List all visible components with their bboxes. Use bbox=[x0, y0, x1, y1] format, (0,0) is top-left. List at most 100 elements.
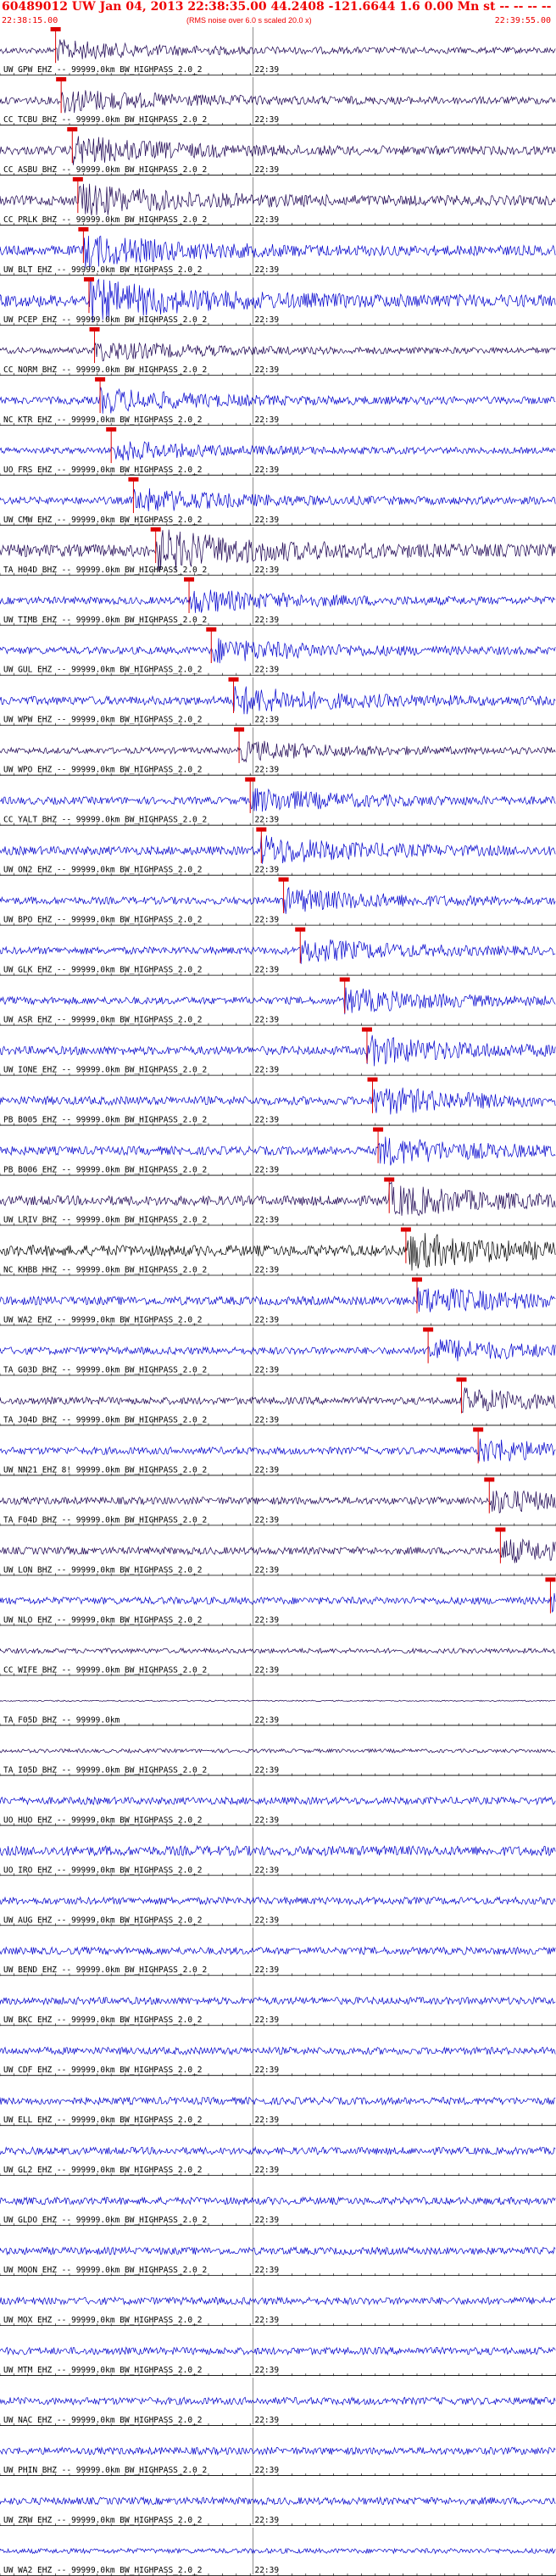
time-mark-label: 22:39 bbox=[254, 1765, 279, 1775]
trace-row: CC PRLK BHZ -- 99999.0km BW_HIGHPASS_2.0… bbox=[0, 176, 556, 226]
trace-row: UW WPW EHZ -- 99999.0km BW_HIGHPASS_2.0_… bbox=[0, 677, 556, 726]
waveform bbox=[0, 1136, 556, 1166]
trace-row: CC YALT BHZ -- 99999.0km BW_HIGHPASS_2.0… bbox=[0, 777, 556, 826]
time-mark-label: 22:39 bbox=[254, 1415, 279, 1425]
trace-row: UW NLO EHZ -- 99999.0km BW_HIGHPASS_2.0_… bbox=[0, 1577, 556, 1626]
trace-row: UW MOON EHZ -- 99999.0km BW_HIGHPASS_2.0… bbox=[0, 2228, 556, 2277]
station-label: CC NORM BHZ -- 99999.0km BW_HIGHPASS_2.0… bbox=[3, 365, 207, 375]
trace-row: UW BKC EHZ -- 99999.0km BW_HIGHPASS_2.0_… bbox=[0, 1977, 556, 2027]
rms-note: (RMS noise over 6.0 s scaled 20.0 x) bbox=[186, 16, 312, 25]
time-mark-label: 22:39 bbox=[254, 2016, 279, 2025]
waveform bbox=[0, 1796, 556, 1806]
time-mark-label: 22:39 bbox=[254, 2266, 279, 2275]
waveform bbox=[0, 90, 556, 114]
trace-row: UW WPO EHZ -- 99999.0km BW_HIGHPASS_2.0_… bbox=[0, 727, 556, 776]
waveform bbox=[0, 1946, 556, 1956]
time-mark-label: 22:39 bbox=[254, 1915, 279, 1925]
trace-row: UW CDF EHZ -- 99999.0km BW_HIGHPASS_2.0_… bbox=[0, 2027, 556, 2077]
waveform bbox=[0, 2046, 556, 2056]
station-label: UO FRS EHZ -- 99999.0km BW_HIGHPASS_2.0_… bbox=[3, 466, 203, 475]
time-mark-label: 22:39 bbox=[254, 165, 279, 175]
trace-row: CC WIFE BHZ -- 99999.0km BW_HIGHPASS_2.0… bbox=[0, 1627, 556, 1676]
time-mark-label: 22:39 bbox=[254, 2366, 279, 2375]
station-label: UW WPO EHZ -- 99999.0km BW_HIGHPASS_2.0_… bbox=[3, 766, 203, 775]
waveform bbox=[0, 1490, 556, 1514]
time-mark-label: 22:39 bbox=[254, 916, 279, 925]
waveform bbox=[0, 589, 556, 613]
station-label: UW NN21 EHZ 8! 99999.0km BW_HIGHPASS_2.0… bbox=[3, 1465, 207, 1475]
trace-row: UW GPW EHZ -- 99999.0km BW_HIGHPASS_2.0_… bbox=[0, 27, 556, 75]
time-mark-label: 22:39 bbox=[254, 1465, 279, 1475]
trace-row: UW BPO EHZ -- 99999.0km BW_HIGHPASS_2.0_… bbox=[0, 877, 556, 926]
trace-row: UO FRS EHZ -- 99999.0km BW_HIGHPASS_2.0_… bbox=[0, 427, 556, 476]
waveform bbox=[0, 886, 556, 914]
station-label: UW ZRW EHZ -- 99999.0km BW_HIGHPASS_2.0_… bbox=[3, 2516, 203, 2525]
time-mark-label: 22:39 bbox=[254, 516, 279, 525]
station-label: CC TCBU BHZ -- 99999.0km BW_HIGHPASS_2.0… bbox=[3, 115, 207, 125]
trace-row: CC NORM BHZ -- 99999.0km BW_HIGHPASS_2.0… bbox=[0, 326, 556, 376]
time-mark-label: 22:39 bbox=[254, 866, 279, 875]
station-label: UW PHIN BHZ -- 99999.0km BW_HIGHPASS_2.0… bbox=[3, 2466, 207, 2475]
waveform bbox=[0, 1748, 556, 1754]
waveform bbox=[0, 2446, 556, 2456]
trace-row: TA G03D BHZ -- 99999.0km BW_HIGHPASS_2.0… bbox=[0, 1327, 556, 1376]
trace-row: UW GLDO EHZ -- 99999.0km BW_HIGHPASS_2.0… bbox=[0, 2177, 556, 2227]
station-label: TA J04D BHZ -- 99999.0km BW_HIGHPASS_2.0… bbox=[3, 1415, 207, 1425]
time-mark-label: 22:39 bbox=[254, 2166, 279, 2175]
trace-row: UW NAC EHZ -- 99999.0km BW_HIGHPASS_2.0_… bbox=[0, 2378, 556, 2427]
time-mark-label: 22:39 bbox=[254, 1016, 279, 1025]
waveform bbox=[0, 1438, 556, 1462]
time-mark-label: 22:39 bbox=[254, 1266, 279, 1275]
station-label: UW CMW EHZ -- 99999.0km BW_HIGHPASS_2.0_… bbox=[3, 516, 203, 525]
waveform bbox=[0, 987, 556, 1015]
time-mark-label: 22:39 bbox=[254, 1565, 279, 1575]
station-label: UW ASR EHZ -- 99999.0km BW_HIGHPASS_2.0_… bbox=[3, 1016, 203, 1025]
trace-row: UW WA2 EHZ -- 99999.0km BW_HIGHPASS_2.0_… bbox=[0, 1277, 556, 1326]
waveform bbox=[0, 441, 556, 461]
trace-row: UW BEND EHZ -- 99999.0km BW_HIGHPASS_2.0… bbox=[0, 1927, 556, 1977]
trace-row: TA F05D BHZ -- 99999.0km 22:39 bbox=[0, 1677, 556, 1726]
waveform bbox=[0, 1896, 556, 1906]
time-mark-label: 22:39 bbox=[254, 2116, 279, 2125]
trace-row: UW NN21 EHZ 8! 99999.0km BW_HIGHPASS_2.0… bbox=[0, 1427, 556, 1476]
time-mark-label: 22:39 bbox=[254, 215, 279, 225]
time-mark-label: 22:39 bbox=[254, 1615, 279, 1625]
waveform bbox=[0, 1181, 556, 1217]
waveform bbox=[0, 183, 556, 216]
station-label: UW IONE EHZ -- 99999.0km BW_HIGHPASS_2.0… bbox=[3, 1066, 207, 1075]
station-label: UW WA2 EHZ -- 99999.0km BW_HIGHPASS_2.0_… bbox=[3, 2566, 203, 2575]
trace-row: UW GUL EHZ -- 99999.0km BW_HIGHPASS_2.0_… bbox=[0, 627, 556, 676]
end-time: 22:39:55.00 bbox=[494, 16, 551, 25]
time-mark-label: 22:39 bbox=[254, 966, 279, 975]
time-mark-label: 22:39 bbox=[254, 1166, 279, 1175]
time-mark-label: 22:39 bbox=[254, 1515, 279, 1525]
trace-row: UO HUO EHZ -- 99999.0km BW_HIGHPASS_2.0_… bbox=[0, 1777, 556, 1826]
station-label: UW AUG EHZ -- 99999.0km BW_HIGHPASS_2.0_… bbox=[3, 1915, 203, 1925]
waveform bbox=[0, 488, 556, 512]
trace-row: UW WA2 EHZ -- 99999.0km BW_HIGHPASS_2.0_… bbox=[0, 2528, 556, 2576]
waveform bbox=[0, 1647, 556, 1654]
trace-row: UW ZRW EHZ -- 99999.0km BW_HIGHPASS_2.0_… bbox=[0, 2478, 556, 2527]
waveform bbox=[0, 1538, 556, 1564]
waveform bbox=[0, 686, 556, 715]
station-label: UW ON2 EHZ -- 99999.0km BW_HIGHPASS_2.0_… bbox=[3, 866, 203, 875]
time-mark-label: 22:39 bbox=[254, 65, 279, 75]
station-label: UW WPW EHZ -- 99999.0km BW_HIGHPASS_2.0_… bbox=[3, 716, 203, 725]
station-label: UO IRO EHZ -- 99999.0km BW_HIGHPASS_2.0_… bbox=[3, 1865, 203, 1875]
waveform bbox=[0, 2346, 556, 2356]
waveform bbox=[0, 788, 556, 812]
waveform bbox=[0, 1287, 556, 1313]
time-mark-label: 22:39 bbox=[254, 816, 279, 825]
trace-row: UW MTM EHZ -- 99999.0km BW_HIGHPASS_2.0_… bbox=[0, 2328, 556, 2377]
time-mark-label: 22:39 bbox=[254, 2316, 279, 2325]
station-label: UW TIMB EHZ -- 99999.0km BW_HIGHPASS_2.0… bbox=[3, 616, 207, 625]
time-mark-label: 22:39 bbox=[254, 2216, 279, 2225]
trace-row: UW ASR EHZ -- 99999.0km BW_HIGHPASS_2.0_… bbox=[0, 977, 556, 1026]
trace-row: UW PHIN BHZ -- 99999.0km BW_HIGHPASS_2.0… bbox=[0, 2428, 556, 2477]
time-mark-label: 22:39 bbox=[254, 1066, 279, 1075]
trace-row: UW ELL EHZ -- 99999.0km BW_HIGHPASS_2.0_… bbox=[0, 2077, 556, 2127]
time-mark-label: 22:39 bbox=[254, 2566, 279, 2575]
trace-row: UW PCEP EHZ -- 99999.0km BW_HIGHPASS_2.0… bbox=[0, 276, 556, 326]
time-mark-label: 22:39 bbox=[254, 616, 279, 625]
waveform bbox=[0, 2146, 556, 2156]
